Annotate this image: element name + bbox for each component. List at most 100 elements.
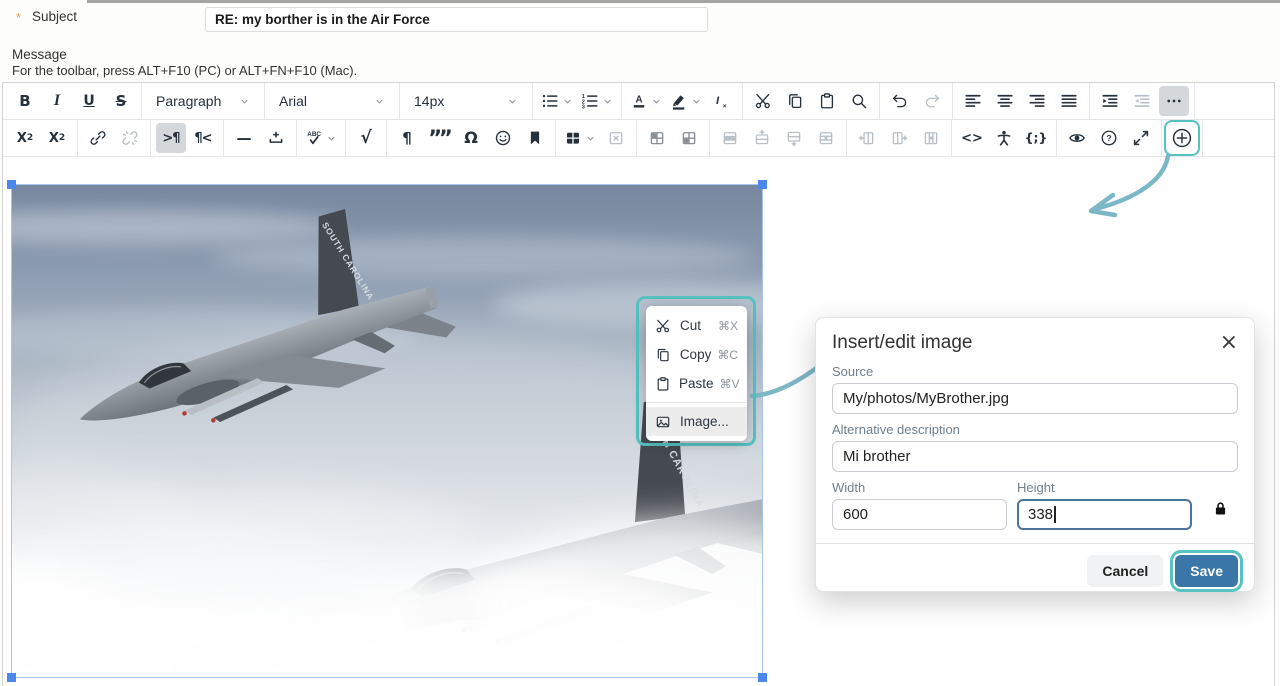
link-button[interactable] xyxy=(83,123,113,153)
delete-column-button[interactable] xyxy=(916,123,946,153)
paragraph-marks-button[interactable]: ¶ xyxy=(392,123,422,153)
more-options-button[interactable] xyxy=(1159,86,1189,116)
unlink-button[interactable] xyxy=(115,123,145,153)
alt-description-input[interactable] xyxy=(832,441,1238,472)
align-center-icon xyxy=(996,92,1014,110)
subscript-button[interactable]: X2 xyxy=(42,123,72,153)
insert-image-icon xyxy=(1171,127,1193,149)
fullscreen-button[interactable] xyxy=(1126,123,1156,153)
menu-item-label: Cut xyxy=(680,318,701,333)
italic-button[interactable]: I xyxy=(42,86,72,116)
math-formula-button[interactable]: √ xyxy=(351,123,381,153)
resize-handle-bottom-left[interactable] xyxy=(7,673,16,682)
fontsize-select[interactable]: 14px xyxy=(405,86,527,116)
menu-item-image[interactable]: Image... xyxy=(646,407,747,436)
clear-formatting-button[interactable]: I× xyxy=(707,86,737,116)
toolbar-group: >¶¶< xyxy=(151,120,224,156)
page-break-button[interactable] xyxy=(261,123,291,153)
resize-handle-bottom-right[interactable] xyxy=(758,673,767,682)
special-character-button[interactable]: Ω xyxy=(456,123,486,153)
height-input[interactable]: 338 xyxy=(1017,499,1192,530)
blockquote-button[interactable]: ”” xyxy=(424,123,454,153)
menu-item-cut[interactable]: Cut⌘X xyxy=(646,311,747,340)
indent-button[interactable] xyxy=(1095,86,1125,116)
toolbar-group xyxy=(953,83,1090,119)
redo-button[interactable] xyxy=(917,86,947,116)
copy-button[interactable] xyxy=(780,86,810,116)
message-label: Message xyxy=(12,47,67,62)
menu-item-paste[interactable]: Paste⌘V xyxy=(646,369,747,398)
strikethrough-button[interactable]: S xyxy=(106,86,136,116)
delete-column-icon xyxy=(922,129,940,147)
source-code-button[interactable]: <> xyxy=(957,123,987,153)
format-select[interactable]: Paragraph xyxy=(147,86,259,116)
subject-input[interactable] xyxy=(205,7,708,32)
align-right-button[interactable] xyxy=(1022,86,1052,116)
bold-button[interactable]: B xyxy=(10,86,40,116)
table-button[interactable] xyxy=(561,123,599,153)
toolbar-group xyxy=(556,120,637,156)
resize-handle-top-left[interactable] xyxy=(7,180,16,189)
insert-column-before-button[interactable] xyxy=(852,123,882,153)
underline-button[interactable]: U xyxy=(74,86,104,116)
bullet-list-button[interactable] xyxy=(538,86,576,116)
clear-formatting-icon: I× xyxy=(713,92,731,110)
svg-text:3: 3 xyxy=(582,105,585,111)
text-color-button[interactable]: A xyxy=(627,86,665,116)
delete-table-button[interactable] xyxy=(601,123,631,153)
undo-button[interactable] xyxy=(885,86,915,116)
toolbar-group xyxy=(710,120,847,156)
anchor-button[interactable] xyxy=(520,123,550,153)
constrain-proportions-toggle[interactable] xyxy=(1202,472,1238,530)
omega-icon: Ω xyxy=(464,130,478,146)
menu-item-copy[interactable]: Copy⌘C xyxy=(646,340,747,369)
spellcheck-button[interactable]: ABC xyxy=(302,123,340,153)
align-left-button[interactable] xyxy=(958,86,988,116)
alt-description-label: Alternative description xyxy=(832,422,1238,437)
paragraph-icon: ¶ xyxy=(402,131,412,146)
cell-properties-button[interactable] xyxy=(642,123,672,153)
insert-column-after-button[interactable] xyxy=(884,123,914,153)
horizontal-rule-button[interactable]: — xyxy=(229,123,259,153)
width-input[interactable] xyxy=(832,499,1007,530)
font-select[interactable]: Arial xyxy=(270,86,394,116)
align-justify-button[interactable] xyxy=(1054,86,1084,116)
emoticons-button[interactable] xyxy=(488,123,518,153)
align-left-icon xyxy=(964,92,982,110)
search-button[interactable] xyxy=(844,86,874,116)
source-input[interactable] xyxy=(832,383,1238,414)
insert-image-button[interactable] xyxy=(1167,123,1197,153)
close-icon[interactable]: × xyxy=(1220,334,1238,352)
merge-cells-icon xyxy=(680,129,698,147)
toolbar-group xyxy=(847,120,952,156)
window-edge-strip xyxy=(87,0,1280,3)
rtl-direction-button[interactable]: ¶< xyxy=(188,123,218,153)
toolbar-hint: For the toolbar, press ALT+F10 (PC) or A… xyxy=(12,63,357,78)
cancel-button[interactable]: Cancel xyxy=(1087,555,1163,587)
accessibility-check-button[interactable] xyxy=(989,123,1019,153)
ltr-direction-button[interactable]: >¶ xyxy=(156,123,186,153)
insert-row-above-button[interactable] xyxy=(747,123,777,153)
chevron-down-icon xyxy=(374,96,385,107)
italic-icon: I xyxy=(54,93,60,109)
code-sample-button[interactable]: {;} xyxy=(1021,123,1051,153)
menu-item-shortcut: ⌘C xyxy=(711,348,738,362)
insert-row-below-button[interactable] xyxy=(779,123,809,153)
height-label: Height xyxy=(1017,480,1192,495)
save-button[interactable]: Save xyxy=(1175,555,1238,587)
row-properties-button[interactable] xyxy=(715,123,745,153)
outdent-button[interactable] xyxy=(1127,86,1157,116)
source-code-icon: <> xyxy=(961,132,983,145)
help-button[interactable]: ? xyxy=(1094,123,1124,153)
resize-handle-top-right[interactable] xyxy=(758,180,767,189)
delete-row-button[interactable] xyxy=(811,123,841,153)
paste-button[interactable] xyxy=(812,86,842,116)
delete-table-icon xyxy=(607,129,625,147)
cut-button[interactable] xyxy=(748,86,778,116)
highlight-color-button[interactable] xyxy=(667,86,705,116)
numbered-list-button[interactable]: 123 xyxy=(578,86,616,116)
align-center-button[interactable] xyxy=(990,86,1020,116)
merge-cells-button[interactable] xyxy=(674,123,704,153)
preview-button[interactable] xyxy=(1062,123,1092,153)
superscript-button[interactable]: X2 xyxy=(10,123,40,153)
